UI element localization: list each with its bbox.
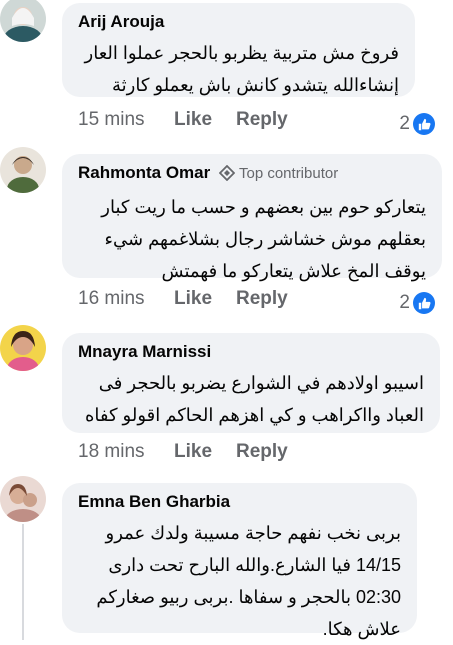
comment-line: 02:30 بالحجر و سفاها .بربى ربيو صغاركم — [96, 587, 401, 607]
comment-bubble: Emna Ben Gharbia بربى نخب نفهم حاجة مسيب… — [62, 483, 417, 639]
comment-author[interactable]: Mnayra Marnissi — [78, 341, 424, 363]
comment-line: بربى نخب نفهم حاجة مسيبة ولدك عمرو — [105, 523, 402, 543]
thread-line — [22, 524, 24, 640]
comment-timestamp[interactable]: 16 mins — [78, 288, 174, 310]
comment-author[interactable]: Emna Ben Gharbia — [78, 491, 401, 513]
diamond-icon — [218, 164, 236, 187]
comment-text: فروخ مش متربية يظربو بالحجر عملوا العار … — [78, 37, 399, 101]
like-button[interactable]: Like — [174, 441, 236, 463]
comment-line: علاش هكا. — [322, 619, 401, 639]
like-button[interactable]: Like — [174, 288, 236, 310]
thumbs-up-icon — [413, 113, 435, 135]
thumbs-up-icon — [413, 292, 435, 314]
reply-button[interactable]: Reply — [236, 288, 288, 310]
comment-text: يتعاركو حوم بين بعضهم و حسب ما ريت كبار … — [78, 191, 426, 287]
comment-line: يوقف المخ علاش يتعاركو ما فهمتش — [161, 261, 427, 281]
comment-line: اسيبو اولادهم في الشوارع يضربو بالحجر فى — [98, 373, 424, 393]
reply-button[interactable]: Reply — [236, 109, 288, 131]
like-button[interactable]: Like — [174, 109, 236, 131]
comment-timestamp[interactable]: 15 mins — [78, 109, 174, 131]
avatar[interactable] — [0, 325, 46, 371]
comment-actions: 15 mins Like Reply — [78, 105, 288, 135]
avatar[interactable] — [0, 147, 46, 193]
comment-author-name[interactable]: Rahmonta Omar — [78, 163, 210, 182]
comment-timestamp[interactable]: 18 mins — [78, 441, 174, 463]
comment-line: فروخ مش متربية يظربو بالحجر عملوا العار — [84, 43, 399, 63]
avatar[interactable] — [0, 0, 46, 42]
comment-line: يتعاركو حوم بين بعضهم و حسب ما ريت كبار — [101, 197, 426, 217]
comment-author[interactable]: Arij Arouja — [78, 11, 399, 33]
comment-line: بعقلهم موش خشاشر رجال بشلاغمهم شيء — [104, 229, 426, 249]
comment-bubble: Mnayra Marnissi اسيبو اولادهم في الشوارع… — [62, 333, 440, 433]
comment-bubble: Rahmonta Omar Top contributor يتعاركو حو… — [62, 154, 442, 281]
comment-author: Rahmonta Omar Top contributor — [78, 162, 426, 187]
avatar[interactable] — [0, 476, 46, 522]
comment-line: 14/15 فيا الشارع.والله البارح تحت دارى — [108, 555, 401, 575]
top-contributor-badge: Top contributor — [238, 165, 339, 182]
reaction-summary[interactable]: 2 — [399, 292, 435, 314]
reply-button[interactable]: Reply — [236, 441, 288, 463]
comment-line: العباد وااكراهب و كي اهزهم الحاكم اقولو … — [84, 405, 424, 425]
comment-actions: 16 mins Like Reply — [78, 284, 288, 314]
comment-actions: 18 mins Like Reply — [78, 437, 288, 467]
comment-text: بربى نخب نفهم حاجة مسيبة ولدك عمرو 14/15… — [78, 517, 401, 645]
reaction-summary[interactable]: 2 — [399, 113, 435, 135]
comment-bubble: Arij Arouja فروخ مش متربية يظربو بالحجر … — [62, 3, 415, 97]
reaction-count: 2 — [399, 292, 410, 313]
comment-line: إنشاءالله يتشدو كانش باش يعملو كارثة — [112, 75, 399, 95]
reaction-count: 2 — [399, 113, 410, 134]
comment-text: اسيبو اولادهم في الشوارع يضربو بالحجر فى… — [78, 367, 424, 431]
